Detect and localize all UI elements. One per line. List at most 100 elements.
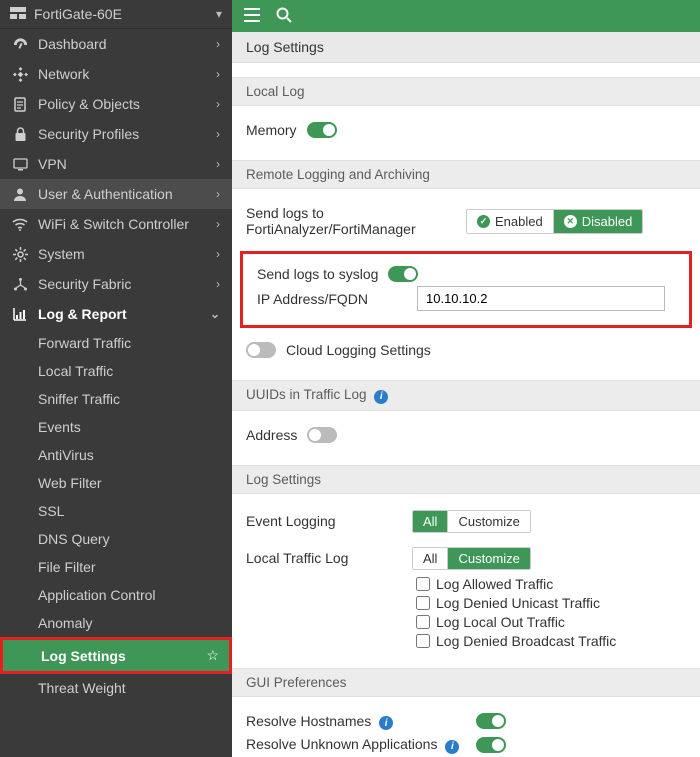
- section-gui-pref: GUI Preferences: [232, 668, 700, 697]
- label: Log & Report: [38, 306, 200, 322]
- local-traffic-options: Log Allowed Traffic Log Denied Unicast T…: [416, 576, 686, 649]
- policy-icon: [12, 96, 28, 112]
- ip-input[interactable]: [417, 286, 665, 311]
- sidebar-item-sniffer-traffic[interactable]: Sniffer Traffic: [38, 385, 232, 413]
- cb-local-out[interactable]: Log Local Out Traffic: [416, 614, 686, 630]
- sidebar-item-local-traffic[interactable]: Local Traffic: [38, 357, 232, 385]
- section-log-settings: Log Settings: [232, 465, 700, 494]
- faz-enabled-option[interactable]: ✓ Enabled: [467, 210, 553, 233]
- dashboard-icon: [12, 36, 28, 52]
- log-report-children: Forward Traffic Local Traffic Sniffer Tr…: [0, 329, 232, 637]
- event-logging-seg: All Customize: [412, 510, 531, 533]
- sidebar-item-file-filter[interactable]: File Filter: [38, 553, 232, 581]
- ip-label: IP Address/FQDN: [257, 291, 407, 307]
- wifi-icon: [12, 216, 28, 232]
- chevron-right-icon: ›: [216, 187, 220, 201]
- info-icon[interactable]: i: [374, 390, 388, 404]
- send-faz-label: Send logs to FortiAnalyzer/FortiManager: [246, 205, 456, 237]
- chevron-right-icon: ›: [216, 217, 220, 231]
- sidebar-item-threat-weight[interactable]: Threat Weight: [38, 674, 232, 702]
- sidebar-item-wifi[interactable]: WiFi & Switch Controller ›: [0, 209, 232, 239]
- label: User & Authentication: [38, 186, 206, 202]
- sidebar-item-log-report[interactable]: Log & Report ⌄: [0, 299, 232, 329]
- sidebar-item-antivirus[interactable]: AntiVirus: [38, 441, 232, 469]
- sidebar-item-app-control[interactable]: Application Control: [38, 581, 232, 609]
- sidebar-item-policy[interactable]: Policy & Objects ›: [0, 89, 232, 119]
- check-icon: ✓: [477, 215, 490, 228]
- lock-icon: [12, 126, 28, 142]
- page-title: Log Settings: [232, 32, 700, 63]
- vpn-icon: [12, 156, 28, 172]
- device-icon: [10, 6, 26, 22]
- chevron-right-icon: ›: [216, 67, 220, 81]
- label: Log Settings: [41, 648, 206, 664]
- label: Dashboard: [38, 36, 206, 52]
- memory-toggle[interactable]: [307, 122, 337, 138]
- event-customize-option[interactable]: Customize: [447, 511, 529, 532]
- local-traffic-seg: All Customize: [412, 547, 531, 570]
- sidebar-item-system[interactable]: System ›: [0, 239, 232, 269]
- label: System: [38, 246, 206, 262]
- fabric-icon: [12, 276, 28, 292]
- sidebar-item-web-filter[interactable]: Web Filter: [38, 469, 232, 497]
- chevron-right-icon: ›: [216, 37, 220, 51]
- gear-icon: [12, 246, 28, 262]
- sidebar-item-log-settings[interactable]: Log Settings ☆: [3, 640, 229, 671]
- sidebar-item-forward-traffic[interactable]: Forward Traffic: [38, 329, 232, 357]
- chart-icon: [12, 306, 28, 322]
- device-switcher[interactable]: FortiGate-60E ▾: [0, 0, 232, 29]
- sidebar-item-events[interactable]: Events: [38, 413, 232, 441]
- section-remote: Remote Logging and Archiving: [232, 160, 700, 189]
- address-label: Address: [246, 427, 297, 443]
- local-customize-option[interactable]: Customize: [447, 548, 529, 569]
- label: Policy & Objects: [38, 96, 206, 112]
- user-icon: [12, 186, 28, 202]
- memory-label: Memory: [246, 122, 297, 138]
- x-icon: ✕: [564, 215, 577, 228]
- topbar: [232, 0, 700, 32]
- cb-denied-broadcast[interactable]: Log Denied Broadcast Traffic: [416, 633, 686, 649]
- chevron-right-icon: ›: [216, 127, 220, 141]
- chevron-right-icon: ›: [216, 157, 220, 171]
- chevron-right-icon: ›: [216, 277, 220, 291]
- info-icon[interactable]: i: [445, 740, 459, 754]
- sidebar-item-security-profiles[interactable]: Security Profiles ›: [0, 119, 232, 149]
- sidebar-item-anomaly[interactable]: Anomaly: [38, 609, 232, 637]
- cb-denied-unicast[interactable]: Log Denied Unicast Traffic: [416, 595, 686, 611]
- chevron-down-icon: ⌄: [210, 307, 220, 321]
- search-icon[interactable]: [276, 7, 292, 26]
- resolve-app-label: Resolve Unknown Applications i: [246, 736, 466, 754]
- sidebar-item-network[interactable]: Network ›: [0, 59, 232, 89]
- sidebar-item-security-fabric[interactable]: Security Fabric ›: [0, 269, 232, 299]
- hamburger-icon[interactable]: [244, 8, 260, 25]
- chevron-right-icon: ›: [216, 97, 220, 111]
- sidebar-item-dashboard[interactable]: Dashboard ›: [0, 29, 232, 59]
- network-icon: [12, 66, 28, 82]
- main: Log Settings Local Log Memory Remote Log…: [232, 0, 700, 757]
- resolve-host-toggle[interactable]: [476, 713, 506, 729]
- event-logging-label: Event Logging: [246, 513, 402, 529]
- caret-down-icon: ▾: [216, 7, 222, 21]
- resolve-app-toggle[interactable]: [476, 737, 506, 753]
- syslog-highlight: Send logs to syslog IP Address/FQDN: [240, 251, 692, 328]
- syslog-toggle[interactable]: [388, 266, 418, 282]
- sidebar-item-dns-query[interactable]: DNS Query: [38, 525, 232, 553]
- resolve-host-label: Resolve Hostnames i: [246, 713, 466, 731]
- star-icon[interactable]: ☆: [206, 647, 219, 664]
- event-all-option[interactable]: All: [413, 511, 447, 532]
- sidebar-item-user-auth[interactable]: User & Authentication ›: [0, 179, 232, 209]
- sidebar-item-vpn[interactable]: VPN ›: [0, 149, 232, 179]
- local-all-option[interactable]: All: [413, 548, 447, 569]
- label: VPN: [38, 156, 206, 172]
- address-toggle[interactable]: [307, 427, 337, 443]
- faz-disabled-option[interactable]: ✕ Disabled: [553, 210, 643, 233]
- info-icon[interactable]: i: [379, 716, 393, 730]
- section-uuids: UUIDs in Traffic Log i: [232, 380, 700, 411]
- cb-allowed[interactable]: Log Allowed Traffic: [416, 576, 686, 592]
- cloud-toggle[interactable]: [246, 342, 276, 358]
- content: Local Log Memory Remote Logging and Arch…: [232, 63, 700, 757]
- chevron-right-icon: ›: [216, 247, 220, 261]
- faz-enable-group: ✓ Enabled ✕ Disabled: [466, 209, 643, 234]
- send-syslog-label: Send logs to syslog: [257, 266, 378, 282]
- sidebar-item-ssl[interactable]: SSL: [38, 497, 232, 525]
